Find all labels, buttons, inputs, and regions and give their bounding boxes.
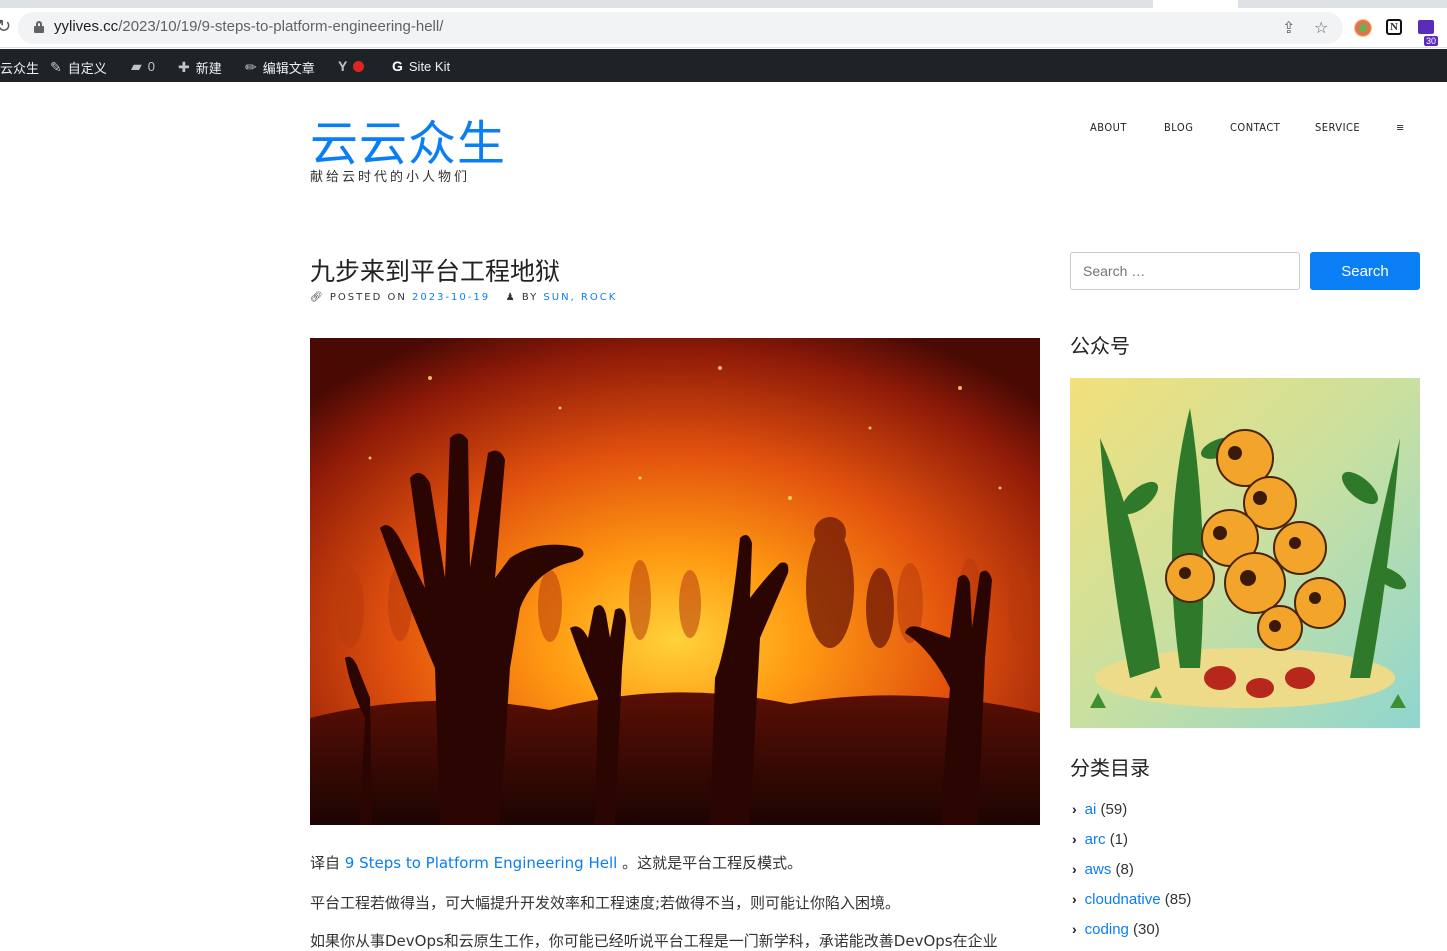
extension-badge: 30 xyxy=(1424,36,1439,46)
chevron-right-icon: › xyxy=(1072,861,1077,877)
search-input[interactable] xyxy=(1070,252,1300,290)
comment-icon: ▰ xyxy=(131,58,142,74)
admin-edit-post-link[interactable]: ✏ 编辑文章 xyxy=(245,58,315,77)
browser-toolbar: ↻ yylives.cc/2023/10/19/9-steps-to-platf… xyxy=(0,8,1447,48)
sitekit-label: Site Kit xyxy=(408,58,451,74)
customize-label: 自定义 xyxy=(67,61,107,76)
active-tab[interactable] xyxy=(1153,0,1238,8)
notion-extension-icon[interactable]: N xyxy=(1386,19,1402,35)
category-count: (1) xyxy=(1109,831,1129,848)
plus-icon: ✚ xyxy=(178,59,190,75)
admin-sitekit-link[interactable]: G Site Kit xyxy=(392,58,450,74)
chevron-right-icon: › xyxy=(1072,831,1077,847)
category-count: (85) xyxy=(1164,891,1192,908)
category-item: › cloudnative (85) xyxy=(1072,891,1191,908)
admin-comments-link[interactable]: ▰ 0 xyxy=(131,58,155,75)
admin-yoast-link[interactable]: Y xyxy=(338,58,365,74)
extension-color-icon[interactable] xyxy=(1354,19,1372,37)
graduation-extension-icon[interactable] xyxy=(1418,20,1434,34)
pencil-icon: ✏ xyxy=(245,59,257,75)
category-item: › aws (8) xyxy=(1072,861,1134,878)
edit-post-label: 编辑文章 xyxy=(262,61,315,76)
nav-menu-toggle[interactable]: ≡ xyxy=(1396,121,1405,134)
lock-icon[interactable] xyxy=(34,21,44,33)
chevron-right-icon: › xyxy=(1072,921,1077,937)
category-link-coding[interactable]: coding xyxy=(1085,921,1129,938)
link-icon: 🔗︎ xyxy=(310,292,325,303)
category-count: (59) xyxy=(1100,801,1128,818)
nav-item-about[interactable]: ABOUT xyxy=(1090,121,1127,134)
admin-new-link[interactable]: ✚ 新建 xyxy=(178,58,222,77)
category-item: › coding (30) xyxy=(1072,921,1160,938)
by-label: BY xyxy=(521,292,539,303)
category-link-ai[interactable]: ai xyxy=(1085,801,1097,818)
chevron-right-icon: › xyxy=(1072,801,1077,817)
post-paragraph-1: 译自 9 Steps to Platform Engineering Hell … xyxy=(310,852,802,873)
site-title[interactable]: 云云众生 xyxy=(310,104,506,174)
source-article-link[interactable]: 9 Steps to Platform Engineering Hell xyxy=(345,854,618,872)
wp-admin-bar: 云众生 ✎ 自定义 ▰ 0 ✚ 新建 ✏ 编辑文章 Y G Site Kit xyxy=(0,49,1447,82)
nav-item-blog[interactable]: BLOG xyxy=(1164,121,1193,134)
new-label: 新建 xyxy=(195,61,222,76)
url-text[interactable]: yylives.cc/2023/10/19/9-steps-to-platfor… xyxy=(54,18,443,35)
category-count: (30) xyxy=(1133,921,1160,938)
post-paragraph-2: 平台工程若做得当，可大幅提升开发效率和工程速度;若做得不当，则可能让你陷入困境。 xyxy=(310,894,901,912)
category-link-cloudnative[interactable]: cloudnative xyxy=(1085,891,1161,908)
gzh-widget-title: 公众号 xyxy=(1070,334,1130,358)
comments-count: 0 xyxy=(147,59,156,74)
share-icon[interactable]: ⇪ xyxy=(1282,18,1295,37)
post-date-link[interactable]: 2023-10-19 xyxy=(412,292,490,303)
p1-prefix: 译自 xyxy=(310,854,345,872)
post-meta: 🔗︎ POSTED ON 2023-10-19 ♟ BY SUN, ROCK xyxy=(310,292,617,303)
post-paragraph-3: 如果你从事DevOps和云原生工作，你可能已经听说平台工程是一门新学科，承诺能改… xyxy=(310,932,998,950)
posted-on-label: POSTED ON xyxy=(329,292,407,303)
site-description: 献给云时代的小人物们 xyxy=(310,170,471,185)
category-item: › ai (59) xyxy=(1072,801,1127,818)
user-icon: ♟ xyxy=(505,292,517,303)
brush-icon: ✎ xyxy=(50,59,62,75)
browser-tab-strip xyxy=(0,0,1447,8)
featured-image xyxy=(310,338,1040,825)
yoast-icon: Y xyxy=(338,58,348,74)
admin-customize-link[interactable]: ✎ 自定义 xyxy=(50,58,107,77)
p1-suffix: 。这就是平台工程反模式。 xyxy=(617,854,803,872)
search-button[interactable]: Search xyxy=(1310,252,1420,290)
gzh-image xyxy=(1070,378,1420,728)
admin-site-link[interactable]: 云众生 xyxy=(0,58,39,77)
category-count: (8) xyxy=(1115,861,1134,878)
bookmark-star-icon[interactable]: ☆ xyxy=(1314,18,1328,37)
post-title: 九步来到平台工程地狱 xyxy=(310,257,561,286)
seo-status-dot-icon xyxy=(353,60,365,72)
nav-item-contact[interactable]: CONTACT xyxy=(1230,121,1280,134)
categories-widget-title: 分类目录 xyxy=(1070,756,1150,780)
category-link-aws[interactable]: aws xyxy=(1085,861,1112,878)
category-link-arc[interactable]: arc xyxy=(1085,831,1106,848)
post-author-link[interactable]: SUN, ROCK xyxy=(543,292,617,303)
category-item: › arc (1) xyxy=(1072,831,1128,848)
chevron-right-icon: › xyxy=(1072,891,1077,907)
nav-item-service[interactable]: SERVICE xyxy=(1315,121,1360,134)
address-bar[interactable]: yylives.cc/2023/10/19/9-steps-to-platfor… xyxy=(18,12,1343,44)
google-g-icon: G xyxy=(392,58,403,74)
url-path: /2023/10/19/9-steps-to-platform-engineer… xyxy=(118,18,444,35)
admin-site-label: 云众生 xyxy=(0,61,40,76)
url-host: yylives.cc xyxy=(54,18,119,35)
reload-icon[interactable]: ↻ xyxy=(0,16,11,37)
